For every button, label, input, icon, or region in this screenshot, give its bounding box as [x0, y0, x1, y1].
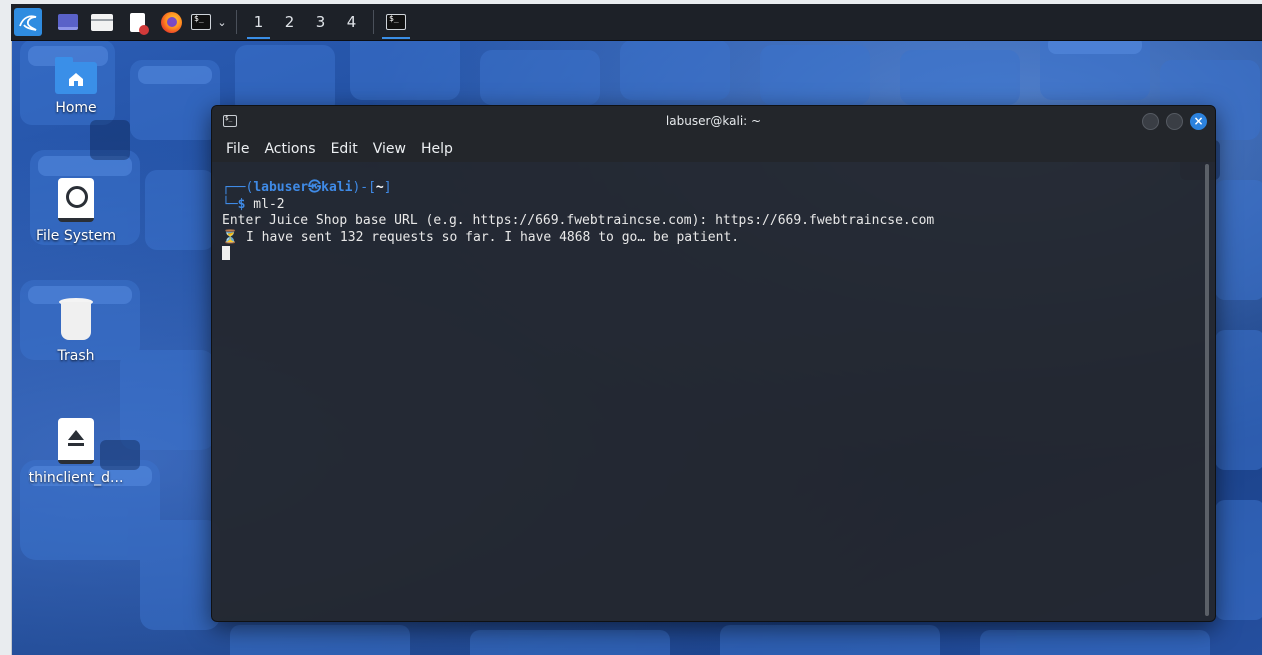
prompt-user: labuser: [253, 180, 309, 195]
prompt-at: ㉿: [308, 180, 322, 195]
text-editor-icon[interactable]: [120, 7, 154, 37]
terminal-scrollbar[interactable]: [1205, 164, 1209, 616]
prompt-frame: ┌──(: [222, 180, 254, 195]
prompt-frame: ]: [383, 180, 392, 195]
desktop-icon-home[interactable]: Home: [21, 57, 131, 116]
desktop-icon-thinclient-drive[interactable]: thinclient_d...: [21, 418, 131, 486]
chevron-down-icon[interactable]: ⌄: [214, 7, 230, 37]
screen-left-edge: [0, 0, 12, 655]
workspace-3[interactable]: 3: [305, 7, 336, 37]
prompt-host: kali: [321, 180, 353, 195]
workspace-2[interactable]: 2: [274, 7, 305, 37]
menu-file[interactable]: File: [226, 141, 249, 157]
terminal-menubar: File Actions Edit View Help: [212, 136, 1215, 162]
minimize-button[interactable]: [1142, 113, 1159, 130]
prompt-command: ml-2: [245, 196, 285, 212]
prompt-line-1: ┌──(labuser㉿kali)-[~]: [222, 180, 1215, 197]
close-button[interactable]: ×: [1190, 113, 1207, 130]
top-panel: $_ ⌄ 1 2 3 4 $_: [11, 4, 1262, 41]
desktop-icon-file-system[interactable]: File System: [21, 178, 131, 244]
prompt-cwd: ~: [375, 180, 384, 195]
terminal-window[interactable]: $_ labuser@kali: ~ × File Actions Edit V…: [211, 105, 1216, 622]
menu-view[interactable]: View: [373, 141, 406, 157]
text-cursor: [222, 246, 230, 260]
terminal-output[interactable]: ┌──(labuser㉿kali)-[~] └─$ ml-2 Enter Juice…: [212, 162, 1215, 621]
terminal-titlebar[interactable]: $_ labuser@kali: ~ ×: [212, 106, 1215, 136]
firefox-icon[interactable]: [154, 7, 188, 37]
hard-drive-icon: [58, 178, 94, 222]
menu-edit[interactable]: Edit: [331, 141, 358, 157]
desktop-icon-label: Trash: [57, 348, 95, 364]
taskbar-terminal-window[interactable]: $_: [380, 7, 412, 39]
prompt-line-2: └─$ ml-2: [222, 197, 1215, 214]
output-line: ⏳ I have sent 132 requests so far. I hav…: [222, 229, 740, 245]
desktop-icon-trash[interactable]: Trash: [21, 298, 131, 364]
output-line: Enter Juice Shop base URL (e.g. https://…: [222, 213, 935, 228]
file-manager-icon[interactable]: [84, 7, 120, 37]
show-desktop-icon[interactable]: [52, 7, 84, 37]
home-folder-icon: [55, 57, 97, 94]
panel-separator: [373, 10, 374, 34]
menu-help[interactable]: Help: [421, 141, 453, 157]
prompt-frame: )-[: [352, 180, 376, 195]
eject-drive-icon: [58, 418, 94, 464]
workspace-4[interactable]: 4: [336, 7, 367, 37]
terminal-icon[interactable]: $_: [188, 7, 214, 37]
panel-separator: [236, 10, 237, 34]
prompt-frame: └─: [222, 196, 238, 212]
trash-icon: [59, 298, 93, 342]
desktop-icon-label: File System: [35, 228, 117, 244]
desktop-icon-label: thinclient_d...: [28, 470, 124, 486]
cursor-line: [222, 246, 1215, 264]
terminal-icon: $_: [386, 14, 406, 30]
desktop-icon-label: Home: [55, 100, 97, 116]
maximize-button[interactable]: [1166, 113, 1183, 130]
kali-menu-icon[interactable]: [14, 8, 42, 36]
window-title: labuser@kali: ~: [665, 114, 762, 128]
workspace-1[interactable]: 1: [243, 7, 274, 39]
close-icon: ×: [1193, 114, 1204, 128]
menu-actions[interactable]: Actions: [264, 141, 315, 157]
